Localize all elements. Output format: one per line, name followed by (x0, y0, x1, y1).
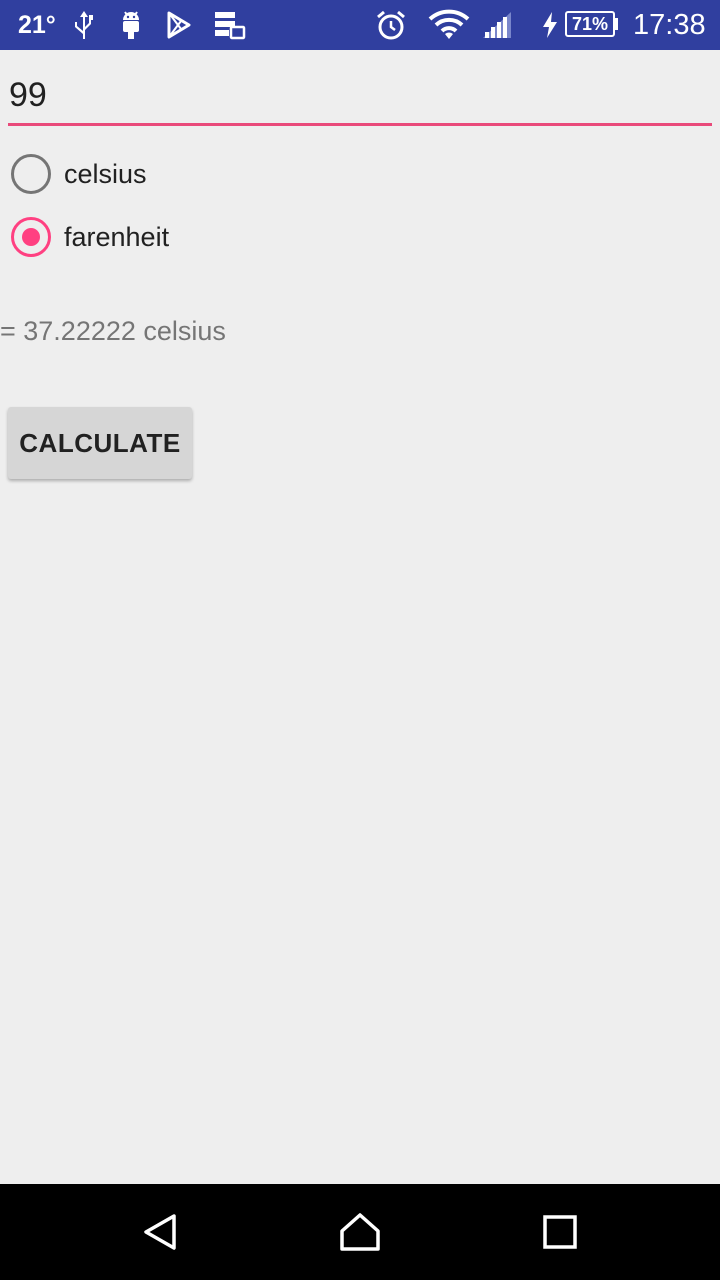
radio-button-unchecked[interactable] (11, 154, 51, 194)
home-icon[interactable] (312, 1184, 408, 1280)
battery-tip (614, 18, 618, 30)
signal-icon (480, 0, 514, 50)
usb-icon (70, 0, 98, 50)
temperature-input-value: 99 (9, 76, 47, 115)
radio-celsius[interactable]: celsius (8, 147, 147, 201)
status-bar: 21° (0, 0, 720, 50)
battery-icon: 71% (565, 11, 615, 37)
storage-icon (212, 0, 248, 50)
calculate-button[interactable]: CALCULATE (8, 407, 192, 479)
result-text: = 37.22222 celsius (0, 316, 226, 347)
play-store-icon (164, 0, 194, 50)
radio-celsius-label: celsius (64, 159, 147, 190)
weather-temperature: 21° (18, 0, 56, 50)
radio-button-checked[interactable] (11, 217, 51, 257)
back-icon[interactable] (112, 1184, 208, 1280)
radio-farenheit[interactable]: farenheit (8, 210, 169, 264)
recents-icon[interactable] (512, 1184, 608, 1280)
charging-icon (540, 0, 560, 50)
alarm-icon (374, 0, 408, 50)
android-debug-icon (116, 0, 146, 50)
navigation-bar (0, 1184, 720, 1280)
radio-farenheit-label: farenheit (64, 222, 169, 253)
temperature-input[interactable]: 99 (8, 62, 712, 126)
wifi-icon (428, 0, 470, 50)
clock: 17:38 (633, 0, 706, 50)
radio-checked-dot (22, 228, 40, 246)
